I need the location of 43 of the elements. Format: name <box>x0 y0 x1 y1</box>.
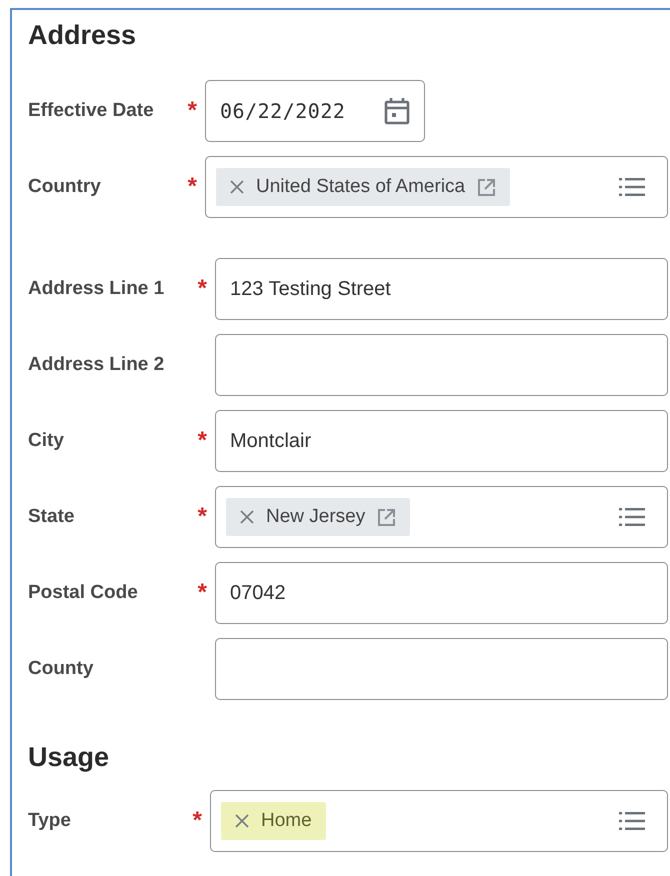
field-label: Address Line 2 <box>28 354 164 376</box>
text-field[interactable]: 123 Testing Street <box>215 258 668 320</box>
field-label: Type <box>28 810 71 832</box>
select-field[interactable]: United States of America <box>205 156 668 218</box>
section-title: Usage <box>28 741 110 774</box>
field-label: Effective Date <box>28 100 154 122</box>
required-mark: * <box>188 175 197 199</box>
required-mark: * <box>188 99 197 123</box>
field-label: City <box>28 430 64 452</box>
section-title: Address <box>28 19 136 52</box>
field-value: Montclair <box>230 430 312 452</box>
required-mark: * <box>198 505 207 529</box>
field-label: Address Line 1 <box>28 278 164 300</box>
date-value: 06/22/2022 <box>220 99 346 123</box>
remove-icon[interactable] <box>240 510 254 524</box>
required-mark: * <box>198 581 207 605</box>
required-mark: * <box>198 429 207 453</box>
field-label: Country <box>28 176 101 198</box>
text-field[interactable]: Montclair <box>215 410 668 472</box>
field-label: County <box>28 658 94 680</box>
field-value: 123 Testing Street <box>230 278 391 300</box>
remove-icon[interactable] <box>230 180 244 194</box>
remove-icon[interactable] <box>235 814 249 828</box>
selected-chip[interactable]: United States of America <box>216 168 510 206</box>
list-icon[interactable] <box>619 811 645 831</box>
external-link-icon[interactable] <box>377 508 396 526</box>
select-field[interactable]: New Jersey <box>215 486 668 548</box>
list-icon[interactable] <box>619 177 645 197</box>
field-label: Postal Code <box>28 582 138 604</box>
text-field[interactable] <box>215 638 668 700</box>
calendar-icon[interactable] <box>384 97 410 125</box>
field-value: 07042 <box>230 582 286 604</box>
selected-chip[interactable]: New Jersey <box>226 498 410 536</box>
text-field[interactable]: 07042 <box>215 562 668 624</box>
list-icon[interactable] <box>619 507 645 527</box>
selected-chip[interactable]: Home <box>221 802 326 840</box>
text-field[interactable] <box>215 334 668 396</box>
date-field[interactable]: 06/22/2022 <box>205 80 425 142</box>
external-link-icon[interactable] <box>477 178 496 196</box>
required-mark: * <box>192 809 202 833</box>
field-label: State <box>28 506 74 528</box>
required-mark: * <box>198 277 207 301</box>
select-field[interactable]: Home <box>210 790 668 852</box>
